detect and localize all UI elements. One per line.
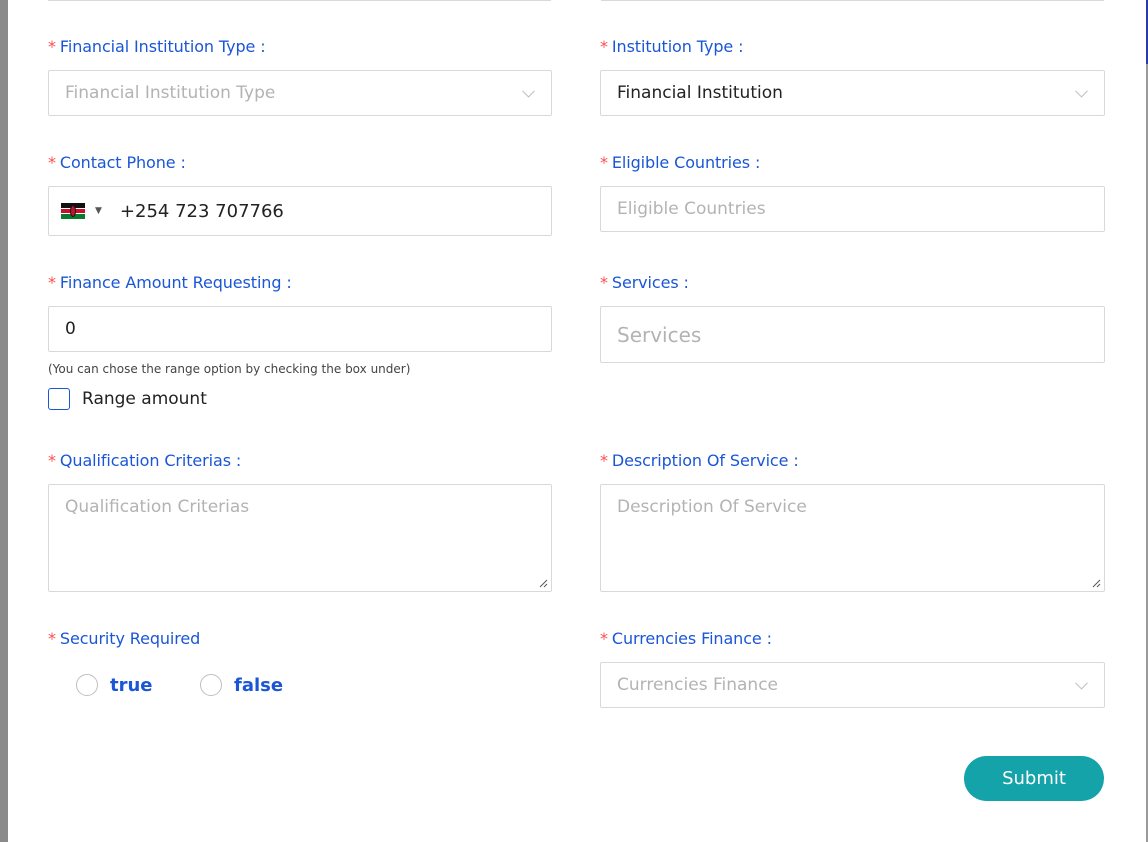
resize-handle-icon[interactable] bbox=[538, 578, 548, 588]
finance-amount-label: * Finance Amount Requesting : bbox=[48, 273, 292, 292]
previous-field-right-edge bbox=[601, 0, 1104, 1]
resize-handle-icon[interactable] bbox=[1091, 578, 1101, 588]
security-true-radio[interactable] bbox=[76, 674, 98, 696]
financial-institution-type-select[interactable]: Financial Institution Type bbox=[48, 70, 552, 116]
chevron-down-icon bbox=[1075, 676, 1088, 690]
previous-field-left-edge bbox=[48, 0, 551, 1]
security-true-option[interactable]: true bbox=[76, 674, 153, 696]
finance-form-modal: * Financial Institution Type : Financial … bbox=[8, 0, 1146, 842]
submit-button[interactable]: Submit bbox=[964, 756, 1104, 801]
range-amount-checkbox[interactable] bbox=[48, 388, 70, 410]
institution-type-select[interactable]: Financial Institution bbox=[600, 70, 1105, 116]
qualification-criterias-label: * Qualification Criterias : bbox=[48, 451, 242, 470]
security-false-radio[interactable] bbox=[200, 674, 222, 696]
financial-institution-type-label: * Financial Institution Type : bbox=[48, 37, 266, 56]
caret-down-icon[interactable]: ▼ bbox=[95, 206, 102, 216]
range-hint-text: (You can chose the range option by check… bbox=[48, 362, 411, 376]
description-of-service-label: * Description Of Service : bbox=[600, 451, 799, 470]
contact-phone-label: * Contact Phone : bbox=[48, 153, 186, 172]
institution-type-label: * Institution Type : bbox=[600, 37, 744, 56]
eligible-countries-input[interactable]: Eligible Countries bbox=[600, 186, 1105, 232]
services-label: * Services : bbox=[600, 273, 689, 292]
chevron-down-icon bbox=[1075, 84, 1088, 98]
finance-amount-input[interactable]: 0 bbox=[48, 306, 552, 352]
eligible-countries-label: * Eligible Countries : bbox=[600, 153, 761, 172]
security-required-label: * Security Required bbox=[48, 629, 201, 648]
chevron-down-icon bbox=[522, 84, 535, 98]
contact-phone-field[interactable]: ▼ +254 723 707766 bbox=[48, 186, 552, 236]
currencies-finance-select[interactable]: Currencies Finance bbox=[600, 662, 1105, 708]
range-amount-option[interactable]: Range amount bbox=[48, 388, 207, 410]
services-input[interactable]: Services bbox=[600, 306, 1105, 363]
phone-value: +254 723 707766 bbox=[119, 200, 284, 222]
qualification-criterias-textarea[interactable]: Qualification Criterias bbox=[48, 484, 552, 592]
description-of-service-textarea[interactable]: Description Of Service bbox=[600, 484, 1105, 592]
kenya-flag-icon[interactable] bbox=[61, 203, 85, 219]
currencies-finance-label: * Currencies Finance : bbox=[600, 629, 772, 648]
security-false-option[interactable]: false bbox=[200, 674, 283, 696]
